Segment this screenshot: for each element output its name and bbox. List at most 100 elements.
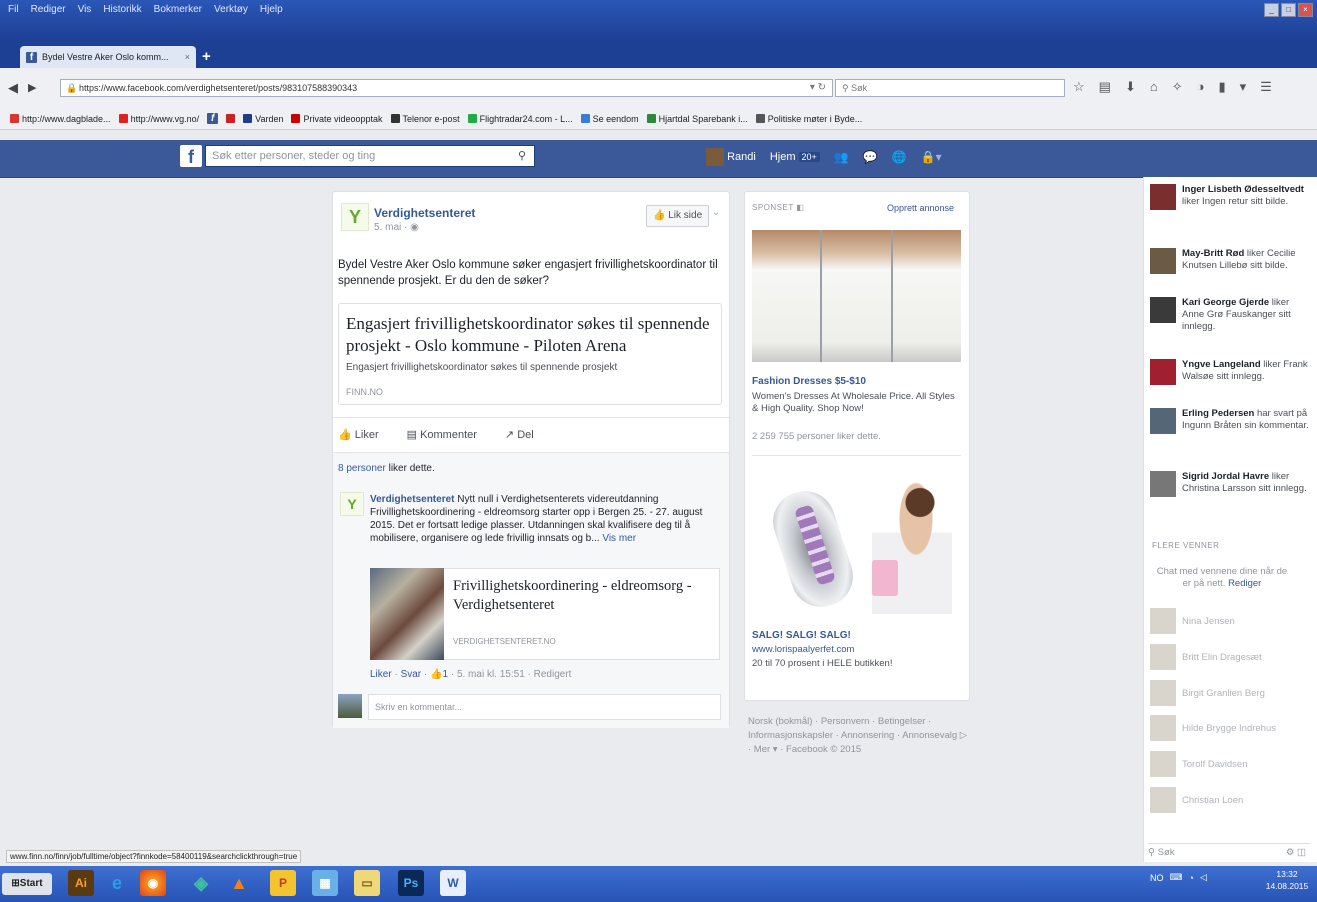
page-footer[interactable]: Norsk (bokmål) · Personvern · Betingelse… xyxy=(748,715,968,757)
comment-reply-link[interactable]: Svar xyxy=(401,669,422,680)
menu-file[interactable]: Fil xyxy=(8,4,19,15)
like-page-button[interactable]: 👍 Lik side xyxy=(646,205,710,227)
bookmark-item[interactable]: Hjartdal Sparebank i... xyxy=(646,114,748,124)
comment-link-image[interactable] xyxy=(370,568,444,660)
bookmark-item[interactable]: Politiske møter i Byde... xyxy=(755,114,862,124)
write-comment-input[interactable]: Skriv en kommentar... xyxy=(368,694,721,720)
see-more-link[interactable]: Vis mer xyxy=(602,533,636,544)
menu-view[interactable]: Vis xyxy=(78,4,92,15)
explorer-icon[interactable]: ▦ xyxy=(312,870,338,896)
vlc-icon[interactable]: ▲ xyxy=(226,870,252,896)
ad-url[interactable]: www.lorispaalyerfet.com xyxy=(752,644,854,655)
chat-settings-icon[interactable]: ⚙ ◫ xyxy=(1286,844,1306,862)
chat-friend[interactable]: Britt Elin Dragesæt xyxy=(1150,644,1300,670)
chat-friend[interactable]: Torolf Davidsen xyxy=(1150,751,1300,777)
comment-likes-count[interactable]: 👍1 xyxy=(430,669,448,680)
bookmark-item[interactable]: http://www.dagblade... xyxy=(10,114,111,124)
page-name-link[interactable]: Verdighetsenteret xyxy=(374,206,475,220)
chat-search-input[interactable]: ⚲ Søk ⚙ ◫ xyxy=(1148,843,1310,862)
share-button[interactable]: ↗ Del xyxy=(505,428,534,441)
comment-author-link[interactable]: Verdighetsenteret xyxy=(370,494,454,505)
comment-button[interactable]: ▤ Kommenter xyxy=(407,428,477,441)
ticker-item[interactable]: May-Britt Rød liker Cecilie Knutsen Lill… xyxy=(1150,248,1310,274)
notifications-icon[interactable]: 🌐 xyxy=(892,150,907,164)
post-options-chevron-icon[interactable]: ⌄ xyxy=(712,207,720,218)
chat-friend[interactable]: Nina Jensen xyxy=(1150,608,1300,634)
like-button[interactable]: 👍 Liker xyxy=(338,428,379,441)
likers-link[interactable]: 8 personer xyxy=(338,463,386,474)
ticker-item[interactable]: Erling Pedersen har svart på Ingunn Bråt… xyxy=(1150,408,1310,434)
comment-link-title[interactable]: Frivillighetskoordinering - eldreomsorg … xyxy=(453,577,715,615)
sidebar-icon[interactable]: ▮ xyxy=(1218,79,1225,95)
start-button[interactable]: ⊞Start xyxy=(2,873,52,895)
menu-tools[interactable]: Verktøy xyxy=(214,4,248,15)
addon-icon[interactable]: ✧ xyxy=(1172,79,1183,95)
ticker-item[interactable]: Inger Lisbeth Ødesseltvedt liker Ingen r… xyxy=(1150,184,1310,210)
browser-tab[interactable]: f Bydel Vestre Aker Oslo komm... × xyxy=(20,46,196,68)
comment-author-logo-icon[interactable]: Y xyxy=(340,492,364,516)
ad-title[interactable]: Fashion Dresses $5-$10 xyxy=(752,376,866,387)
ad-title[interactable]: SALG! SALG! SALG! xyxy=(752,630,851,641)
bookmark-item[interactable]: Telenor e-post xyxy=(390,114,460,124)
network-icon[interactable]: ◔ xyxy=(1189,873,1194,883)
friend-requests-icon[interactable]: 👥 xyxy=(834,150,849,164)
address-bar[interactable]: 🔒 https://www.facebook.com/verdighetsent… xyxy=(60,79,833,97)
reload-icon[interactable]: ▾ ↻ xyxy=(810,80,826,96)
messages-icon[interactable]: 💬 xyxy=(863,150,878,164)
word-icon[interactable]: W xyxy=(440,870,466,896)
bookmark-star-icon[interactable]: ☆ xyxy=(1073,79,1085,95)
browser-search-input[interactable]: ⚲ Søk xyxy=(835,79,1065,97)
menu-help[interactable]: Hjelp xyxy=(260,4,283,15)
home-link[interactable]: Hjem 20+ xyxy=(770,151,820,163)
firefox-icon[interactable]: ◉ xyxy=(140,870,166,896)
create-ad-link[interactable]: Opprett annonse xyxy=(887,203,954,213)
edit-link[interactable]: Rediger xyxy=(1228,578,1261,589)
facebook-logo-icon[interactable]: f xyxy=(180,145,202,167)
bookmark-item[interactable]: Varden xyxy=(243,114,283,124)
new-tab-icon[interactable]: + xyxy=(202,48,211,65)
post-date[interactable]: 5. mai · ◉ xyxy=(374,222,419,233)
illustrator-icon[interactable]: Ai xyxy=(68,870,94,896)
link-title[interactable]: Engasjert frivillighetskoordinator søkes… xyxy=(346,313,716,357)
menu-edit[interactable]: Rediger xyxy=(31,4,66,15)
page-logo-icon[interactable]: Y xyxy=(341,203,369,231)
home-icon[interactable]: ⌂ xyxy=(1150,79,1158,95)
forward-icon[interactable]: ▶ xyxy=(28,81,36,94)
overflow-icon[interactable]: ▾ xyxy=(1240,79,1247,95)
bookmark-red[interactable] xyxy=(226,114,236,123)
folder-icon[interactable]: ▭ xyxy=(354,870,380,896)
ticker-item[interactable]: Sigrid Jordal Havre liker Christina Lars… xyxy=(1150,471,1310,497)
menu-history[interactable]: Historikk xyxy=(103,4,141,15)
app-icon[interactable]: ◈ xyxy=(188,870,214,896)
bookmark-item[interactable]: Private videoopptak xyxy=(291,114,383,124)
tab-close-icon[interactable]: × xyxy=(185,52,190,62)
downloads-icon[interactable]: ⬇ xyxy=(1125,79,1136,95)
comment-like-link[interactable]: Liker xyxy=(370,669,392,680)
ticker-item[interactable]: Kari George Gjerde liker Anne Grø Fauska… xyxy=(1150,297,1310,333)
photoshop-icon[interactable]: Ps xyxy=(398,870,424,896)
hamburger-menu-icon[interactable]: ☰ xyxy=(1260,79,1272,95)
language-indicator[interactable]: NO xyxy=(1150,873,1164,883)
search-icon[interactable]: ⚲ xyxy=(518,146,526,166)
close-icon[interactable]: × xyxy=(1298,3,1313,17)
back-icon[interactable]: ◀ xyxy=(8,80,18,96)
chat-friend[interactable]: Hilde Brygge Indrehus xyxy=(1150,715,1300,741)
taskbar-clock[interactable]: 13:32 14.08.2015 xyxy=(1265,868,1309,892)
volume-icon[interactable]: ◁ xyxy=(1200,872,1207,883)
internet-explorer-icon[interactable]: e xyxy=(104,870,130,896)
privacy-icon[interactable]: 🔒▾ xyxy=(921,150,942,164)
bookmark-item[interactable]: http://www.vg.no/ xyxy=(118,114,199,124)
chat-friend[interactable]: Birgit Granlien Berg xyxy=(1150,680,1300,706)
bookmark-item[interactable]: Flightradar24.com - L... xyxy=(467,114,573,124)
ticker-item[interactable]: Yngve Langeland liker Frank Walsøe sitt … xyxy=(1150,359,1310,385)
reading-list-icon[interactable]: ▤ xyxy=(1099,79,1111,95)
maximize-icon[interactable]: □ xyxy=(1281,3,1296,17)
bookmark-facebook[interactable]: f xyxy=(207,113,219,124)
powerpoint-icon[interactable]: P xyxy=(270,870,296,896)
ad-image-dresses[interactable] xyxy=(752,230,961,362)
keyboard-icon[interactable]: ⌨ xyxy=(1170,872,1183,883)
minimize-icon[interactable]: _ xyxy=(1264,3,1279,17)
profile-link[interactable]: Randi xyxy=(706,148,756,166)
facebook-search-input[interactable]: Søk etter personer, steder og ting ⚲ xyxy=(205,145,535,167)
pocket-icon[interactable]: ◑ xyxy=(1197,79,1205,95)
